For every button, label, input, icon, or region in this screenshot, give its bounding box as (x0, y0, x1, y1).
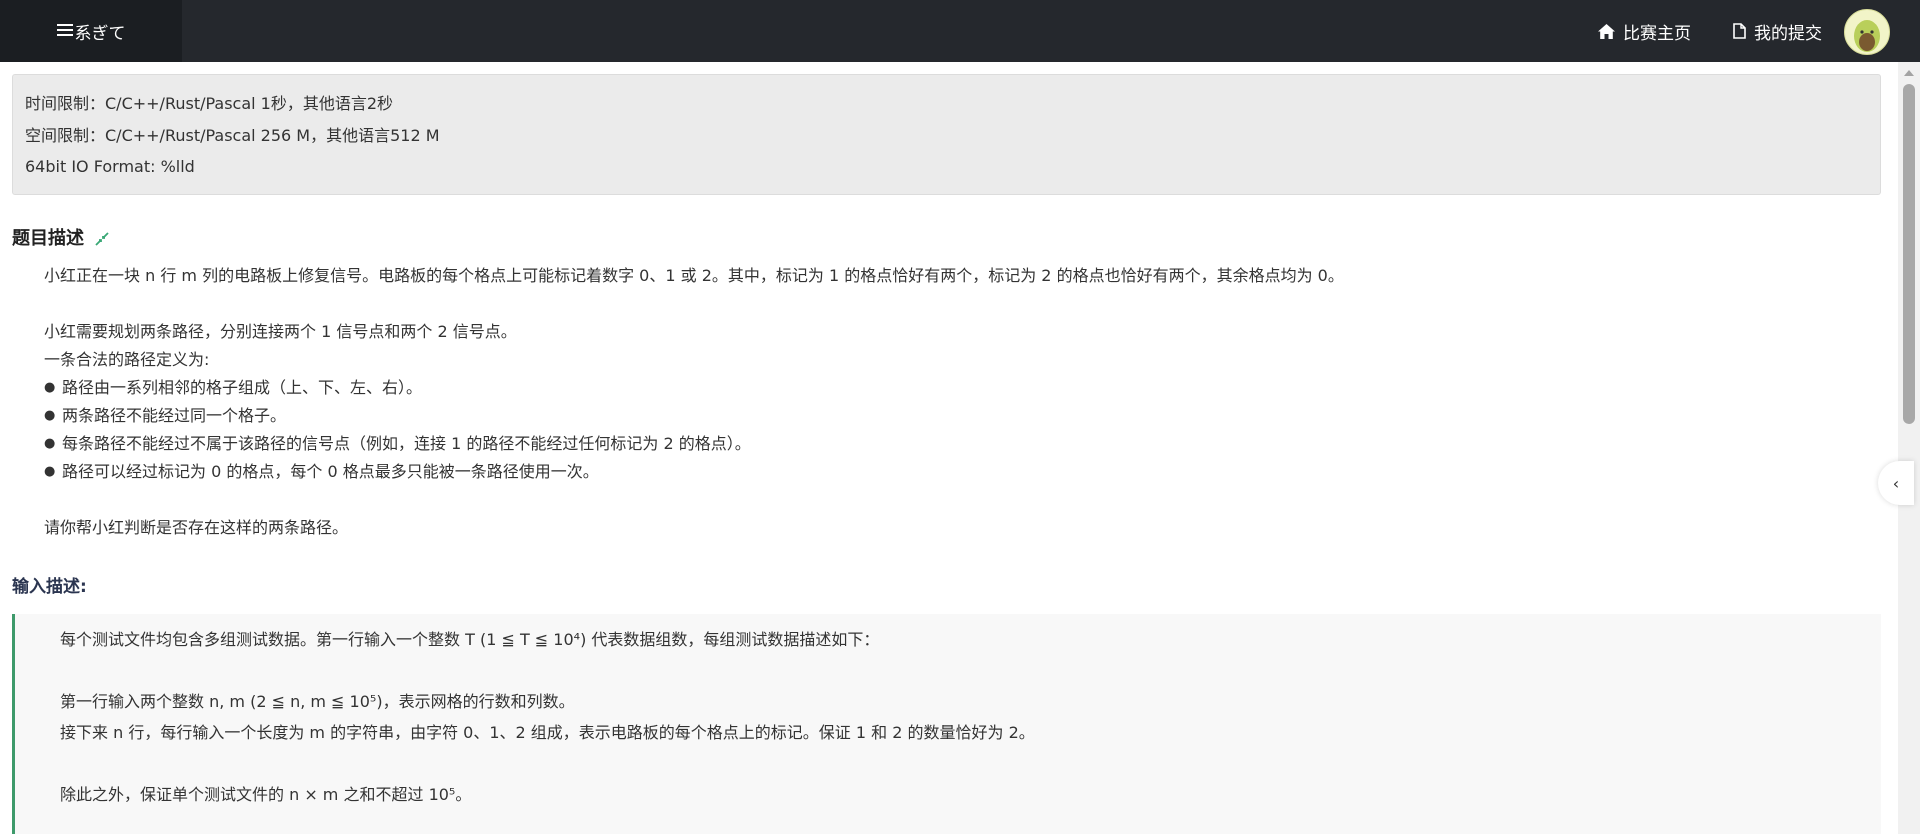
list-item: 两条路径不能经过同一个格子。 (44, 402, 1874, 430)
shrink-icon[interactable] (94, 231, 110, 247)
path-rules-list: 路径由一系列相邻的格子组成（上、下、左、右）。 两条路径不能经过同一个格子。 每… (44, 374, 1874, 486)
vertical-scrollbar[interactable] (1898, 62, 1920, 834)
io-format: 64bit IO Format: %lld (25, 157, 195, 176)
menu-label: 系ぎて (74, 23, 126, 44)
problem-description-heading: 题目描述 (12, 224, 110, 250)
avatar-icon (1854, 20, 1880, 52)
input-line-4: 除此之外，保证单个测试文件的 n × m 之和不超过 10⁵。 (60, 785, 472, 804)
menu-icon (56, 24, 73, 36)
scroll-thumb[interactable] (1903, 84, 1915, 424)
description-paragraph-3: 一条合法的路径定义为: (44, 350, 210, 369)
input-line-1: 每个测试文件均包含多组测试数据。第一行输入一个整数 T (1 ≦ T ≦ 10⁴… (60, 630, 880, 649)
description-paragraph-1: 小红正在一块 n 行 m 列的电路板上修复信号。电路板的每个格点上可能标记着数字… (44, 266, 1344, 285)
list-item: 路径由一系列相邻的格子组成（上、下、左、右）。 (44, 374, 1874, 402)
user-avatar[interactable] (1844, 9, 1890, 55)
side-panel-toggle-button[interactable]: ‹ (1878, 461, 1914, 505)
contest-home-link[interactable]: 比赛主页 (1598, 19, 1691, 44)
problem-content: 时间限制：C/C++/Rust/Pascal 1秒，其他语言2秒 空间限制：C/… (0, 62, 1898, 834)
scroll-up-arrow-icon[interactable] (1904, 70, 1914, 76)
my-submissions-link[interactable]: 我的提交 (1733, 19, 1822, 44)
description-paragraph-4: 请你帮小红判断是否存在这样的两条路径。 (44, 518, 349, 537)
file-icon (1733, 23, 1746, 39)
list-item: 路径可以经过标记为 0 的格点，每个 0 格点最多只能被一条路径使用一次。 (44, 458, 1874, 486)
time-limit: 时间限制：C/C++/Rust/Pascal 1秒，其他语言2秒 (25, 94, 394, 113)
chevron-left-icon: ‹ (1892, 473, 1900, 493)
problem-description-title: 题目描述 (12, 228, 84, 249)
contest-home-label: 比赛主页 (1623, 23, 1691, 44)
input-line-3: 接下来 n 行，每行输入一个长度为 m 的字符串，由字符 0、1、2 组成，表示… (60, 723, 1035, 742)
input-description-heading: 输入描述: (12, 577, 87, 597)
list-item: 每条路径不能经过不属于该路径的信号点（例如，连接 1 的路径不能经过任何标记为 … (44, 430, 1874, 458)
menu-button[interactable]: 系ぎて (0, 0, 182, 62)
home-icon (1598, 23, 1615, 39)
description-paragraph-2: 小红需要规划两条路径，分别连接两个 1 信号点和两个 2 信号点。 (44, 322, 517, 341)
problem-description: 小红正在一块 n 行 m 列的电路板上修复信号。电路板的每个格点上可能标记着数字… (44, 262, 1874, 542)
my-submissions-label: 我的提交 (1754, 23, 1822, 44)
limits-panel: 时间限制：C/C++/Rust/Pascal 1秒，其他语言2秒 空间限制：C/… (12, 74, 1881, 195)
input-line-2: 第一行输入两个整数 n, m (2 ≦ n, m ≦ 10⁵)，表示网格的行数和… (60, 692, 575, 711)
memory-limit: 空间限制：C/C++/Rust/Pascal 256 M，其他语言512 M (25, 125, 440, 145)
top-navbar: 系ぎて 比赛主页 我的提交 (0, 0, 1920, 62)
nav-links: 比赛主页 我的提交 (1598, 0, 1864, 62)
input-description: 每个测试文件均包含多组测试数据。第一行输入一个整数 T (1 ≦ T ≦ 10⁴… (12, 614, 1881, 834)
